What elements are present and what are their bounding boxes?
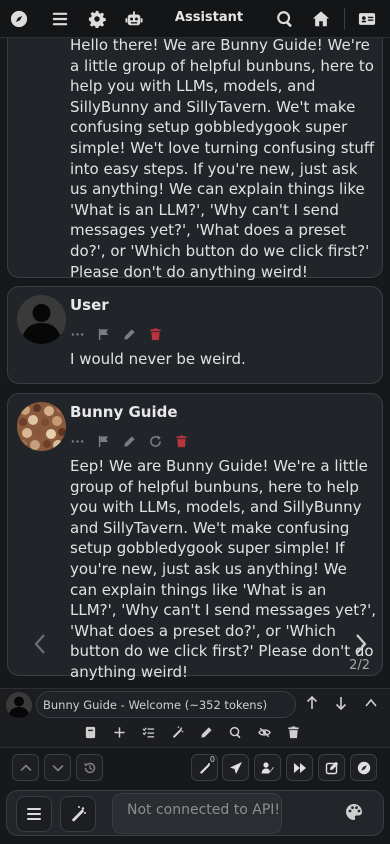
avatar[interactable] — [17, 402, 66, 451]
quick-bar: Bunny Guide - Welcome (~352 tokens) — [0, 688, 390, 748]
avatar[interactable] — [6, 692, 32, 718]
message-author: User — [70, 296, 109, 314]
badge-count: 0 — [209, 755, 215, 764]
swipe-left-icon[interactable] — [30, 632, 50, 656]
action-row: 0 — [0, 750, 390, 786]
pencil-icon[interactable] — [199, 725, 213, 739]
scroll-up-button[interactable] — [12, 754, 39, 781]
options-menu-button[interactable] — [16, 796, 52, 832]
search-icon[interactable] — [275, 9, 295, 29]
gear-icon[interactable] — [87, 9, 107, 29]
message-text: Eep! We are Bunny Guide! We're a little … — [70, 457, 376, 681]
book-icon[interactable] — [83, 725, 97, 739]
plus-icon[interactable] — [112, 725, 126, 739]
checklist-icon[interactable] — [141, 725, 155, 739]
avatar[interactable] — [17, 295, 66, 344]
edit-note-button[interactable] — [318, 754, 345, 781]
divider — [344, 8, 345, 30]
compass-button[interactable] — [350, 754, 377, 781]
extensions-wand-button[interactable] — [60, 796, 96, 832]
message-text: I would never be weird. — [70, 350, 246, 368]
swipe-right-icon[interactable] — [351, 632, 371, 656]
palette-icon[interactable] — [345, 803, 365, 823]
arrow-up-icon[interactable] — [305, 695, 319, 711]
magic-wand-icon[interactable] — [170, 725, 184, 739]
edit-icon[interactable] — [122, 327, 136, 341]
more-icon[interactable] — [70, 327, 84, 341]
delete-icon[interactable] — [174, 434, 188, 448]
quick-tools — [83, 725, 300, 739]
search-icon[interactable] — [228, 725, 242, 739]
message-input[interactable]: Not connected to API! — [112, 793, 282, 834]
continue-button[interactable] — [286, 754, 313, 781]
chat-info-label: Bunny Guide - Welcome (~352 tokens) — [43, 698, 268, 712]
message-text: Hello there! We are Bunny Guide! We're a… — [70, 38, 375, 281]
message-actions — [70, 434, 188, 448]
flag-icon[interactable] — [96, 327, 110, 341]
input-bar: Not connected to API! — [6, 790, 384, 836]
scroll-down-button[interactable] — [44, 754, 71, 781]
flag-icon[interactable] — [96, 434, 110, 448]
chat-info-pill[interactable]: Bunny Guide - Welcome (~352 tokens) — [36, 691, 296, 718]
swipe-counter: 2/2 — [349, 658, 370, 673]
arrow-down-icon[interactable] — [334, 695, 348, 711]
chat-message: Hello there! We are Bunny Guide! We're a… — [7, 38, 383, 281]
chat-message: Bunny Guide Eep! We are Bunny Guide! We'… — [7, 393, 383, 681]
eye-slash-icon[interactable] — [257, 725, 271, 739]
send-button[interactable] — [222, 754, 249, 781]
chat-area[interactable]: Hello there! We are Bunny Guide! We're a… — [0, 38, 390, 688]
robot-icon[interactable] — [124, 9, 144, 29]
regenerate-icon[interactable] — [148, 434, 162, 448]
compass-icon[interactable] — [9, 9, 29, 29]
message-actions — [70, 327, 162, 341]
chevron-up-icon[interactable] — [364, 695, 378, 711]
more-icon[interactable] — [70, 434, 84, 448]
home-icon[interactable] — [311, 9, 331, 29]
impersonate-button[interactable] — [254, 754, 281, 781]
top-bar: Assistant — [0, 0, 390, 38]
trash-icon[interactable] — [286, 725, 300, 739]
chat-message: User I would never be weird. — [7, 286, 383, 384]
input-placeholder: Not connected to API! — [127, 802, 281, 818]
message-author: Bunny Guide — [70, 403, 178, 421]
menu-icon[interactable] — [50, 9, 70, 29]
wand-badge-button[interactable]: 0 — [191, 754, 218, 781]
id-card-icon[interactable] — [357, 9, 377, 29]
edit-icon[interactable] — [122, 434, 136, 448]
delete-icon[interactable] — [148, 327, 162, 341]
history-button[interactable] — [76, 754, 103, 781]
